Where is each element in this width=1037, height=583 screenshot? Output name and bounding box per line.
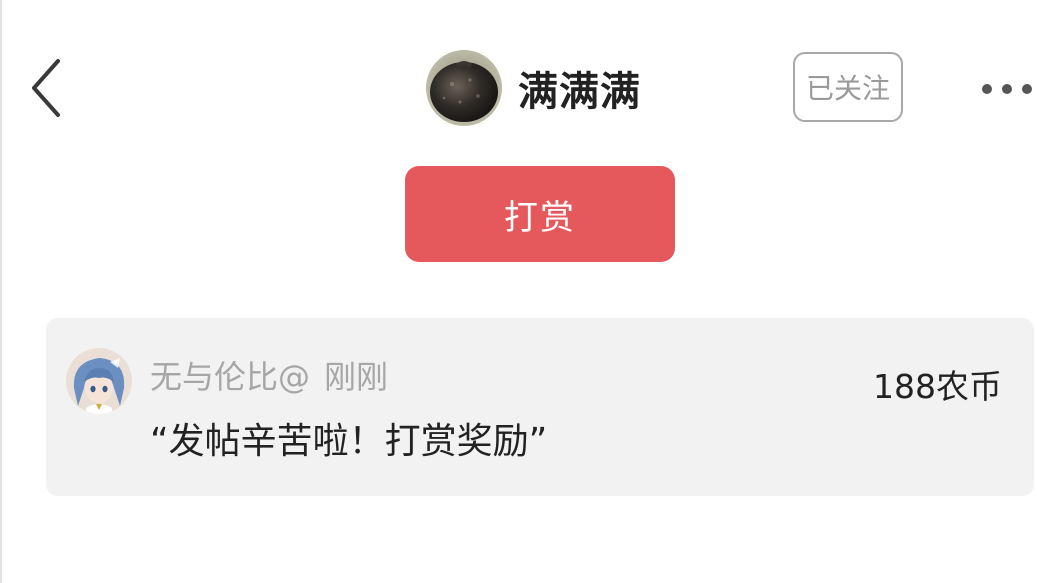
back-button[interactable]: [22, 52, 70, 124]
author-info[interactable]: 满满满: [426, 48, 641, 128]
window-edge: [0, 0, 2, 583]
reward-amount: 188农币: [873, 367, 1002, 406]
more-button[interactable]: [978, 70, 1036, 108]
reward-message: “发帖辛苦啦！打赏奖励”: [150, 421, 548, 462]
chevron-left-icon: [32, 59, 60, 117]
reward-button[interactable]: 打赏: [405, 166, 675, 262]
reward-list: 无与伦比@ 刚刚 “发帖辛苦啦！打赏奖励” 188农币: [46, 318, 1034, 496]
author-name[interactable]: 满满满: [518, 59, 641, 117]
more-dots-icon: [982, 84, 1032, 94]
rewarder-username[interactable]: 无与伦比@: [150, 358, 310, 396]
rewarder-avatar[interactable]: [66, 348, 132, 414]
reward-list-item[interactable]: 无与伦比@ 刚刚 “发帖辛苦啦！打赏奖励” 188农币: [46, 318, 1034, 496]
reward-time: 刚刚: [324, 358, 389, 396]
follow-button[interactable]: 已关注: [793, 52, 903, 122]
reward-meta: 无与伦比@ 刚刚: [150, 352, 388, 398]
reward-page: 满满满 已关注 打赏 无与伦比@ 刚刚 “发帖辛苦啦！打赏奖励” 188农币: [0, 0, 1037, 583]
author-avatar[interactable]: [426, 50, 502, 126]
